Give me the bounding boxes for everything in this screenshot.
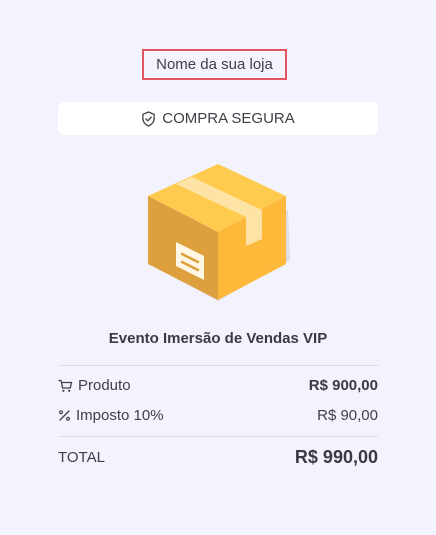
tax-label: Imposto 10% (76, 407, 164, 424)
summary-row-tax: Imposto 10% R$ 90,00 (58, 407, 378, 424)
secure-purchase-label: COMPRA SEGURA (162, 110, 295, 127)
product-price: R$ 900,00 (308, 377, 378, 394)
product-label: Produto (78, 377, 131, 394)
total-value: R$ 990,00 (294, 447, 378, 467)
divider (58, 365, 378, 366)
store-name[interactable]: Nome da sua loja (142, 49, 287, 80)
percent-icon (58, 409, 71, 422)
total-label: TOTAL (58, 449, 105, 466)
divider (58, 436, 378, 437)
package-box-icon (140, 160, 296, 308)
tax-value: R$ 90,00 (317, 407, 378, 424)
product-title: Evento Imersão de Vendas VIP (108, 330, 328, 347)
cart-icon (58, 379, 73, 393)
secure-purchase-badge: COMPRA SEGURA (58, 102, 378, 135)
shield-check-icon (141, 110, 156, 127)
summary-row-total: TOTAL R$ 990,00 (58, 447, 378, 468)
summary-row-product: Produto R$ 900,00 (58, 377, 378, 394)
